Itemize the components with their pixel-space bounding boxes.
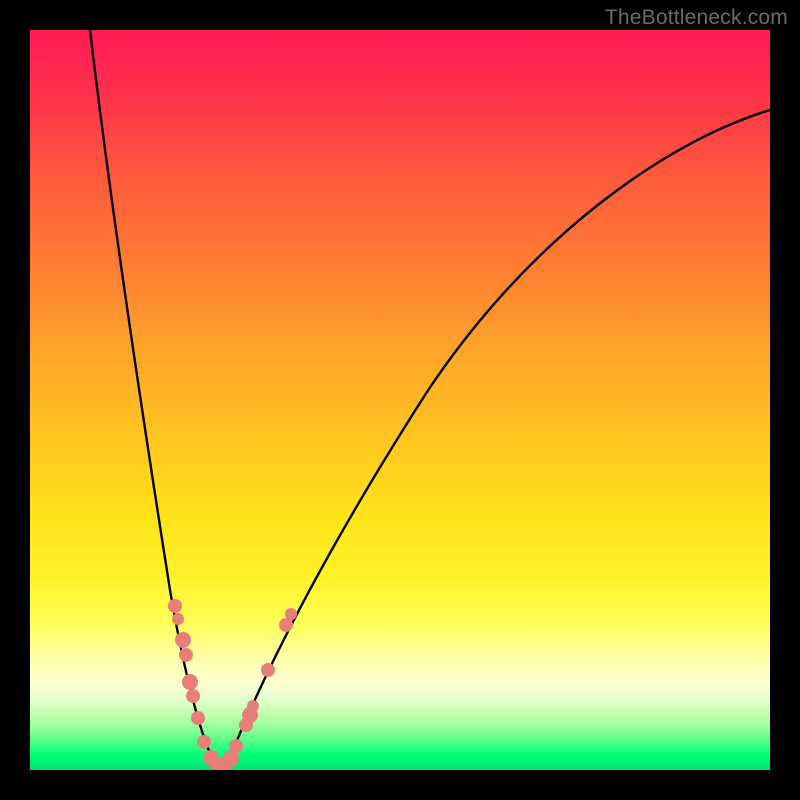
data-marker [186, 689, 200, 703]
data-marker [229, 739, 243, 753]
data-marker [191, 711, 205, 725]
right-branch-curve [228, 110, 770, 762]
chart-frame: TheBottleneck.com [0, 0, 800, 800]
data-marker [172, 613, 184, 625]
data-marker [285, 608, 297, 620]
data-marker [279, 618, 293, 632]
data-markers [168, 599, 297, 770]
data-marker [261, 663, 275, 677]
data-marker [175, 632, 191, 648]
data-marker [182, 674, 198, 690]
watermark-text: TheBottleneck.com [605, 6, 788, 30]
curve-layer [30, 30, 770, 770]
data-marker [197, 735, 211, 749]
data-marker [179, 648, 193, 662]
plot-area [30, 30, 770, 770]
data-marker [168, 599, 182, 613]
data-marker [247, 700, 259, 712]
left-branch-curve [90, 30, 214, 762]
